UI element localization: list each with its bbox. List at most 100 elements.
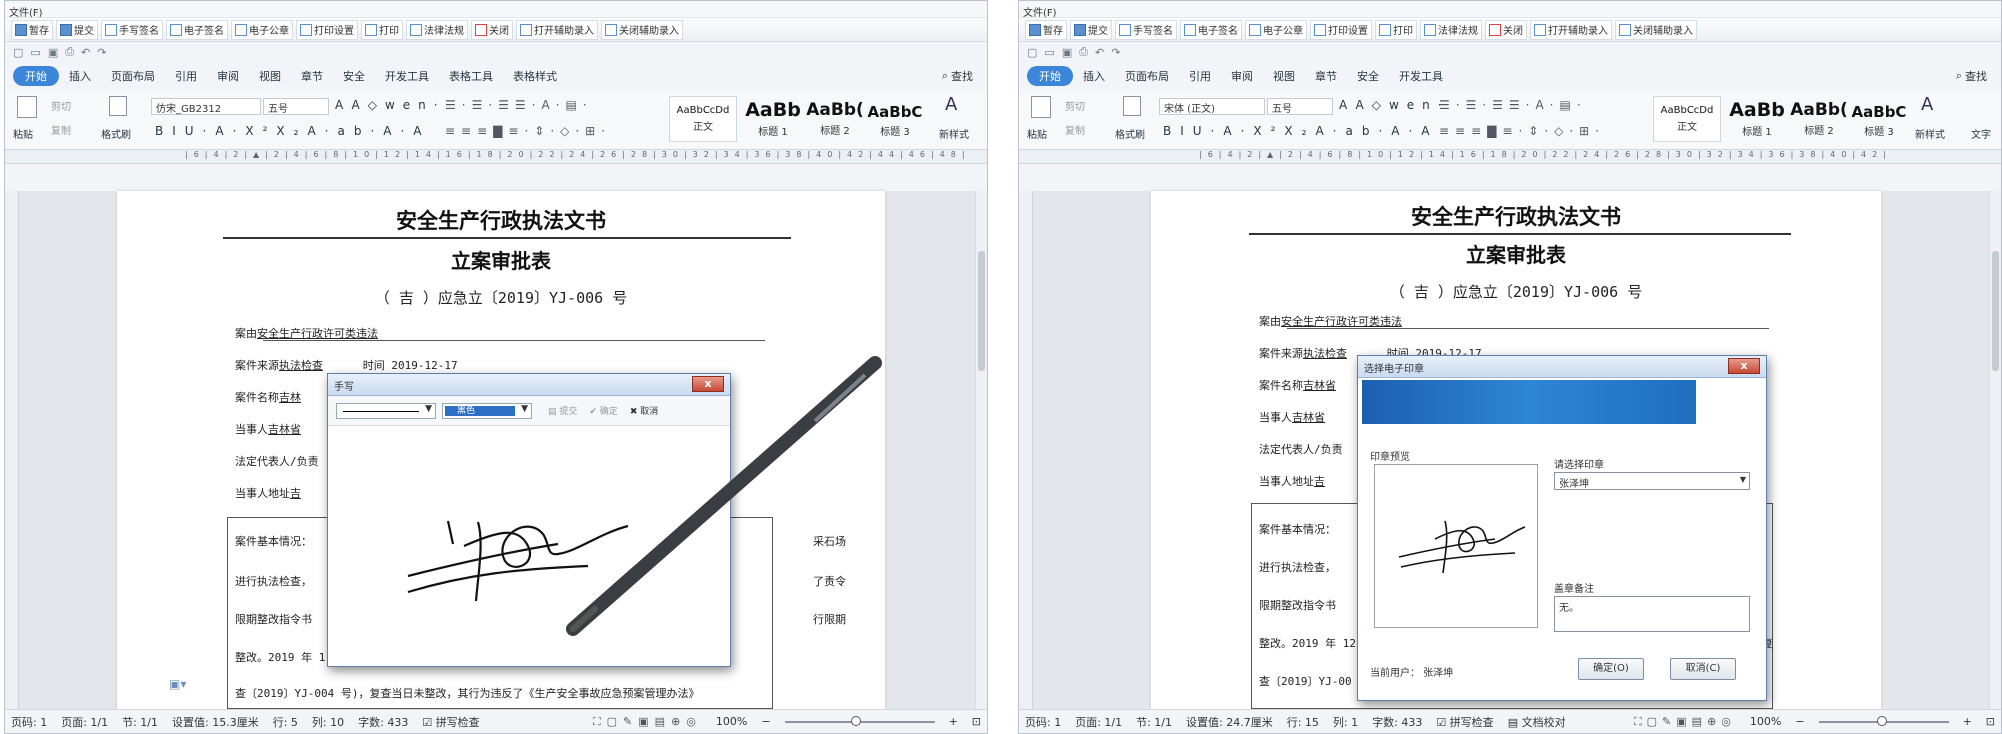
new-style-icon[interactable]: A [1921,94,1933,115]
style-heading-2[interactable]: AaBb(标题 2 [1785,96,1853,142]
zoom-in-icon[interactable]: + [1963,715,1972,728]
menu-file[interactable]: 文件(F) [9,8,43,19]
open-icon[interactable]: ▭ [30,46,40,59]
view-mode-icons[interactable]: ⛶▢✎▣▤⊕◎ [1634,715,1736,729]
redo-icon[interactable]: ↷ [97,46,106,59]
tab-review[interactable]: 审阅 [1221,66,1263,86]
vertical-ruler[interactable] [1019,191,1033,709]
scroll-thumb[interactable] [1992,251,1999,371]
tab-review[interactable]: 审阅 [207,66,249,86]
tab-security[interactable]: 安全 [333,66,375,86]
font-family-select[interactable]: 宋体 (正文) [1159,98,1265,115]
cut-button[interactable]: 剪切 [51,98,71,113]
tab-developer[interactable]: 开发工具 [1389,66,1453,86]
seal-ok-button[interactable]: 确定(O) [1578,658,1644,680]
save-draft-button[interactable]: 暂存 [1025,19,1067,40]
style-heading-1[interactable]: AaBb 标题 1 [1723,96,1791,142]
print-settings-button[interactable]: 打印设置 [296,19,358,40]
font-format-buttons[interactable]: BIU·A·X²X₂A·ab·A·A [155,124,431,138]
paragraph-buttons[interactable]: ☰·☰·☰☰·A·▤· [1439,98,1587,112]
e-seal-button[interactable]: 电子公章 [1245,19,1307,40]
paste-label[interactable]: 粘贴 [1027,126,1047,141]
seal-cancel-button[interactable]: 取消(C) [1670,658,1736,680]
align-buttons[interactable]: ≡≡≡▇≡·⇕·◇·⊞· [1439,124,1605,138]
zoom-slider[interactable] [784,715,935,726]
laws-button[interactable]: 法律法规 [1420,19,1482,40]
style-heading-3[interactable]: AaBbC 标题 3 [861,96,929,142]
font-format-buttons[interactable]: BIU·A·X²X₂A·ab·A·A [1163,124,1439,138]
handwrite-sign-button[interactable]: 手写签名 [1115,19,1177,40]
e-sign-button[interactable]: 电子签名 [1180,19,1242,40]
fit-icon[interactable]: ⊡ [972,715,981,728]
tab-references[interactable]: 引用 [1179,66,1221,86]
close-button[interactable]: 关闭 [471,19,513,40]
save-icon[interactable]: ▣ [48,46,58,59]
tab-security[interactable]: 安全 [1347,66,1389,86]
close-button[interactable]: 关闭 [1485,19,1527,40]
tab-home[interactable]: 开始 [13,66,59,86]
zoom-level[interactable]: 100% [716,715,747,728]
cut-button[interactable]: 剪切 [1065,98,1085,113]
menu-file[interactable]: 文件(F) [1023,8,1057,19]
font-size-select[interactable]: 五号 [1267,98,1333,115]
format-painter-icon[interactable] [1123,96,1141,116]
style-heading-2[interactable]: AaBb(标题 2 [801,96,869,142]
dialog-close-button[interactable]: x [1728,358,1760,374]
pen-width-select[interactable]: ▼ [336,402,436,419]
open-assist-button[interactable]: 打开辅助录入 [516,19,598,40]
tab-layout[interactable]: 页面布局 [101,66,165,86]
print-icon[interactable]: ⎙ [65,45,74,59]
tab-view[interactable]: 视图 [1263,66,1305,86]
pen-color-select[interactable]: 黑色 ▼ [442,402,532,419]
submit-button[interactable]: 提交 [1070,19,1112,40]
new-style-label[interactable]: 新样式 [1915,126,1945,141]
find-button[interactable]: ⌕ 查找 [942,68,979,84]
zoom-slider-thumb[interactable] [1876,715,1887,726]
style-normal[interactable]: AaBbCcDd 正文 [1653,96,1721,142]
save-icon[interactable]: ▣ [1062,46,1072,59]
view-mode-icons[interactable]: ⛶▢✎▣▤⊕◎ [593,715,702,729]
new-style-label[interactable]: 新样式 [939,126,969,141]
zoom-slider[interactable] [1818,715,1949,726]
spell-check-toggle[interactable]: ☑ 拼写检查 [422,714,479,730]
proofread-toggle[interactable]: ▤ 文档校对 [1508,714,1566,730]
print-settings-button[interactable]: 打印设置 [1310,19,1372,40]
font-family-select[interactable]: 仿宋_GB2312 [151,98,261,115]
tab-table-tools[interactable]: 表格工具 [439,66,503,86]
print-icon[interactable]: ⎙ [1079,45,1088,59]
zoom-out-icon[interactable]: − [761,715,770,728]
scroll-thumb[interactable] [978,251,985,371]
paragraph-buttons[interactable]: ☰·☰·☰☰·A·▤· [445,98,593,112]
seal-select[interactable]: 张泽坤 ▼ [1554,472,1750,490]
style-normal[interactable]: AaBbCcDd 正文 [669,96,737,142]
paste-label[interactable]: 粘贴 [13,126,33,141]
vertical-ruler[interactable] [5,191,19,709]
font-size-adjust-buttons[interactable]: AA◇wen· [335,98,446,112]
undo-icon[interactable]: ↶ [81,46,90,59]
tab-developer[interactable]: 开发工具 [375,66,439,86]
format-painter-label[interactable]: 格式刷 [101,126,131,141]
open-icon[interactable]: ▭ [1044,46,1054,59]
paste-icon[interactable] [17,96,37,118]
copy-button[interactable]: 复制 [51,122,71,137]
tab-insert[interactable]: 插入 [1073,66,1115,86]
print-button[interactable]: 打印 [361,19,403,40]
text-tool-label[interactable]: 文字 [1971,126,1991,141]
spell-check-toggle[interactable]: ☑ 拼写检查 [1436,714,1493,730]
tab-table-style[interactable]: 表格样式 [503,66,567,86]
e-seal-button[interactable]: 电子公章 [231,19,293,40]
tab-section[interactable]: 章节 [291,66,333,86]
tab-references[interactable]: 引用 [165,66,207,86]
e-sign-button[interactable]: 电子签名 [166,19,228,40]
close-assist-button[interactable]: 关闭辅助录入 [1615,19,1697,40]
laws-button[interactable]: 法律法规 [406,19,468,40]
horizontal-ruler[interactable]: |6|4|2|▲|2|4|6|8|10|12|14|16|18|20|22|24… [1019,150,2001,164]
new-doc-icon[interactable]: ▢ [1027,46,1037,59]
undo-icon[interactable]: ↶ [1095,46,1104,59]
find-button[interactable]: ⌕ 查找 [1956,68,1993,84]
new-doc-icon[interactable]: ▢ [13,46,23,59]
tab-insert[interactable]: 插入 [59,66,101,86]
format-painter-label[interactable]: 格式刷 [1115,126,1145,141]
zoom-in-icon[interactable]: + [949,715,958,728]
zoom-level[interactable]: 100% [1750,715,1781,728]
